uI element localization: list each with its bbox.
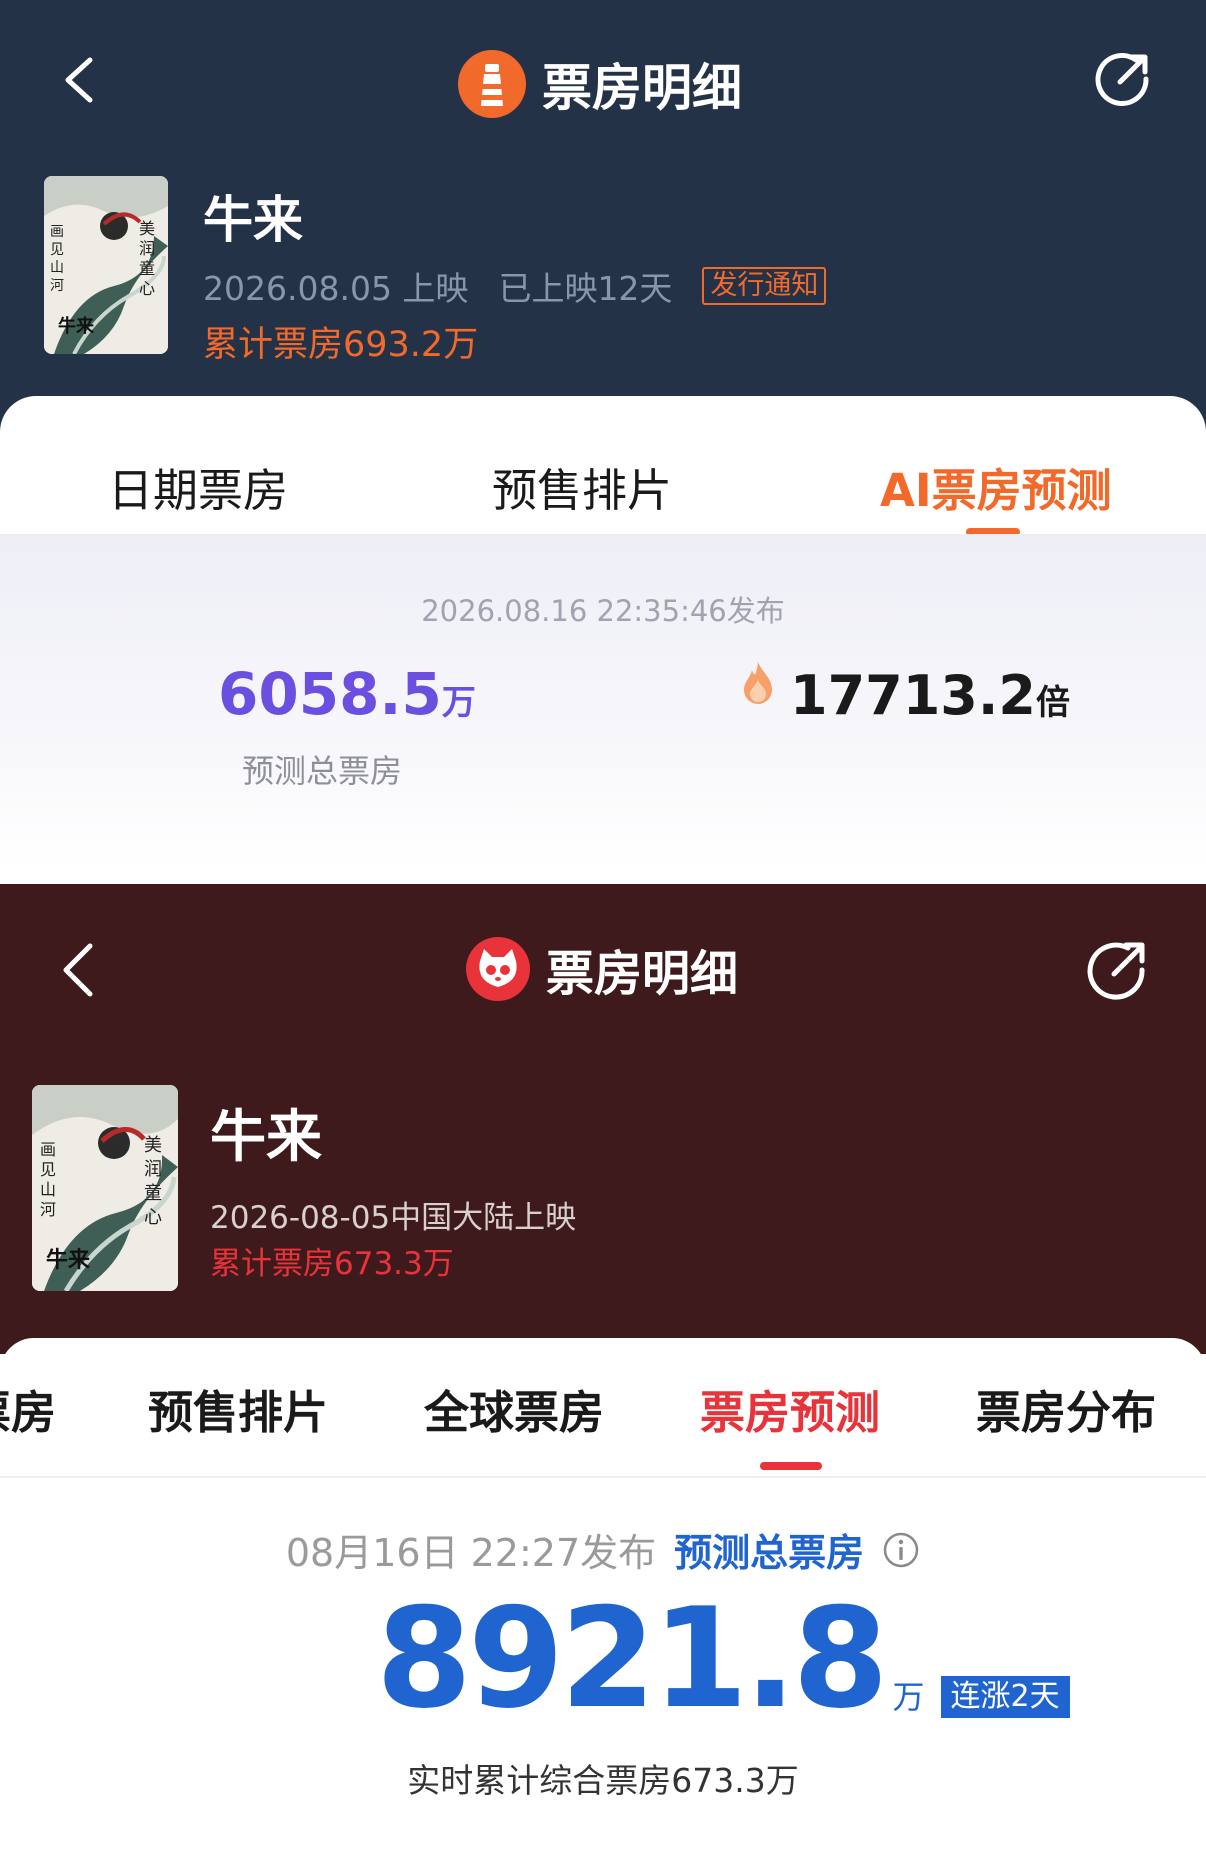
release-info: 2026-08-05中国大陆上映 xyxy=(210,1200,577,1236)
tab-box-office[interactable]: 票房 xyxy=(0,1376,56,1441)
cumulative-box-office: 累计票房673.3万 xyxy=(210,1246,454,1282)
forecast-total-unit: 万 xyxy=(892,1678,925,1716)
forecast-multiplier-unit: 倍 xyxy=(1035,683,1070,723)
svg-text:山: 山 xyxy=(50,260,64,276)
back-arrow-icon[interactable] xyxy=(52,938,112,998)
tab-presale-schedule[interactable]: 预售排片 xyxy=(492,454,672,519)
tab-box-office-distribution[interactable]: 票房分布 xyxy=(976,1376,1156,1441)
movie-poster[interactable]: 美 润 童 心 画 见 山 河 牛来 xyxy=(44,176,168,354)
svg-text:美: 美 xyxy=(144,1135,162,1156)
svg-text:美: 美 xyxy=(139,219,155,238)
svg-text:童: 童 xyxy=(139,259,155,278)
tab-presale-schedule[interactable]: 预售排片 xyxy=(148,1376,328,1441)
release-date: 2026.08.05 上映 xyxy=(203,269,469,308)
forecast-multiplier-number: 17713.2 xyxy=(790,664,1036,727)
trend-badge: 连涨2天 xyxy=(940,1676,1070,1718)
movie-poster[interactable]: 美 润 童 心 画 见 山 河 牛来 xyxy=(32,1085,178,1291)
forecast-total-number: 6058.5 xyxy=(218,660,442,728)
svg-text:河: 河 xyxy=(50,278,64,294)
svg-text:牛来: 牛来 xyxy=(46,1247,91,1273)
forecast-publish-time: 2026.08.16 22:35:46发布 xyxy=(421,594,785,628)
svg-text:心: 心 xyxy=(139,279,155,298)
svg-text:童: 童 xyxy=(144,1183,162,1204)
tab-daily-box-office[interactable]: 日期票房 xyxy=(108,454,288,519)
svg-text:见: 见 xyxy=(50,242,64,258)
forecast-value-row: 8921.8 万 连涨2天 xyxy=(376,1590,1070,1728)
flame-icon xyxy=(736,660,780,708)
tab-global-box-office[interactable]: 全球票房 xyxy=(424,1376,604,1441)
svg-text:画: 画 xyxy=(40,1140,56,1159)
panel-b-box-office: 票房明细 美 润 童 心 画 见 山 河 牛来 牛来 2026-08-05中国大… xyxy=(0,884,1206,1853)
panel-a-content-card: 日期票房 预售排片 AI票房预测 xyxy=(0,396,1206,868)
tab-ai-forecast[interactable]: AI票房预测 xyxy=(880,454,1112,519)
share-icon[interactable] xyxy=(1084,936,1150,1002)
page-title: 票房明细 xyxy=(458,48,742,120)
svg-text:画: 画 xyxy=(50,224,64,240)
forecast-total-value: 8921.8 xyxy=(376,1578,889,1739)
svg-text:牛来: 牛来 xyxy=(58,315,95,337)
forecast-header-row: 08月16日 22:27发布 预测总票房 xyxy=(0,1522,1206,1577)
svg-text:见: 见 xyxy=(40,1160,56,1179)
share-icon[interactable] xyxy=(1090,46,1156,112)
lighthouse-logo-icon xyxy=(458,50,526,118)
days-showing: 已上映12天 xyxy=(498,269,673,308)
back-arrow-icon[interactable] xyxy=(52,50,112,110)
svg-text:润: 润 xyxy=(144,1159,162,1180)
release-notice-badge[interactable]: 发行通知 xyxy=(702,267,827,305)
page-title-text: 票房明细 xyxy=(542,59,742,117)
forecast-total-value: 6058.5万 xyxy=(218,660,476,728)
panel-a-box-office: 票房明细 美 润 童 心 画 见 山 河 牛来 牛来 2026.08.05 上映… xyxy=(0,0,1206,868)
active-tab-indicator xyxy=(760,1462,822,1470)
page-title: 票房明细 xyxy=(466,934,738,1004)
svg-text:山: 山 xyxy=(40,1180,56,1199)
page-title-text: 票房明细 xyxy=(546,946,739,1002)
info-icon[interactable] xyxy=(882,1531,920,1569)
tab-divider xyxy=(0,1476,1206,1478)
forecast-multiplier: 17713.2倍 xyxy=(790,664,1070,727)
forecast-publish-time: 08月16日 22:27发布 xyxy=(285,1531,657,1575)
tab-box-office-forecast[interactable]: 票房预测 xyxy=(700,1376,880,1441)
release-info: 2026.08.05 上映 已上映12天 发行通知 xyxy=(203,262,827,310)
cumulative-box-office: 累计票房693.2万 xyxy=(203,325,479,365)
forecast-title: 预测总票房 xyxy=(674,1531,865,1575)
svg-text:润: 润 xyxy=(139,239,155,258)
svg-text:心: 心 xyxy=(144,1207,162,1228)
forecast-total-unit: 万 xyxy=(441,683,476,723)
realtime-cumulative: 实时累计综合票房673.3万 xyxy=(407,1761,799,1800)
cat-logo-icon xyxy=(466,937,530,1001)
svg-text:河: 河 xyxy=(40,1200,56,1219)
movie-title: 牛来 xyxy=(203,191,303,249)
movie-title: 牛来 xyxy=(210,1105,322,1170)
forecast-total-label: 预测总票房 xyxy=(242,752,403,790)
